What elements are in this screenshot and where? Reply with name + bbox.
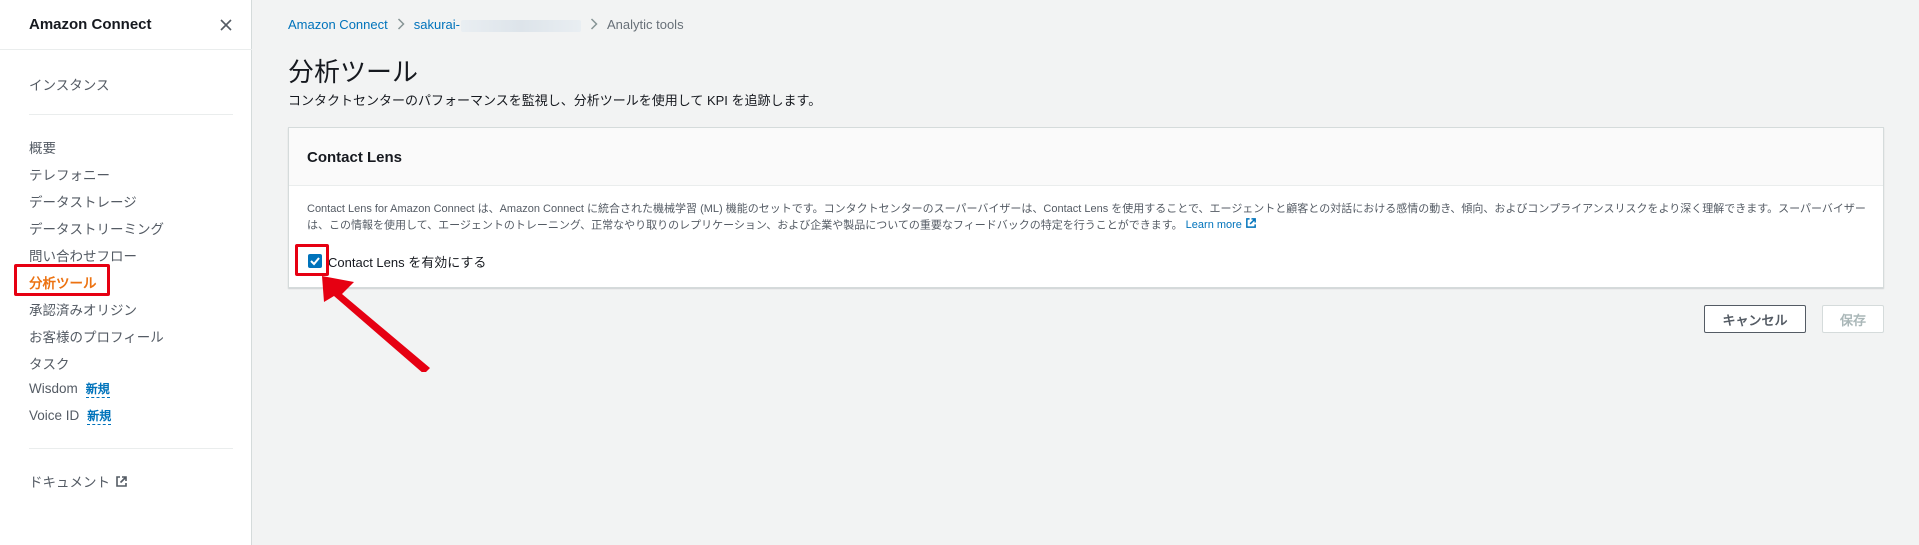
panel-title: Contact Lens bbox=[307, 149, 403, 166]
sidebar-item-approved-origins[interactable]: 承認済みオリジン bbox=[29, 299, 137, 319]
new-badge[interactable]: 新規 bbox=[85, 382, 110, 398]
cancel-button[interactable]: キャンセル bbox=[1704, 305, 1806, 333]
page-title: 分析ツール bbox=[288, 57, 419, 87]
external-link-icon bbox=[115, 475, 128, 491]
sidebar-item-contact-flows[interactable]: 問い合わせフロー bbox=[29, 245, 137, 265]
annotation-arrow-icon bbox=[322, 276, 430, 372]
sidebar-item-documentation[interactable]: ドキュメント bbox=[29, 471, 128, 491]
close-icon[interactable] bbox=[216, 15, 236, 35]
sidebar-divider bbox=[29, 114, 233, 115]
chevron-right-icon bbox=[590, 18, 598, 33]
panel-description-text: Contact Lens for Amazon Connect は、Amazon… bbox=[307, 203, 1866, 232]
sidebar-item-label: Voice ID bbox=[29, 408, 80, 423]
panel-header: Contact Lens bbox=[289, 128, 1883, 186]
sidebar-item-data-storage[interactable]: データストレージ bbox=[29, 191, 137, 211]
sidebar-item-data-streaming[interactable]: データストリーミング bbox=[29, 218, 164, 238]
chevron-right-icon bbox=[397, 18, 405, 33]
sidebar-header: Amazon Connect bbox=[0, 0, 252, 50]
sidebar-item-voice-id[interactable]: Voice ID 新規 bbox=[29, 407, 112, 425]
sidebar-divider bbox=[29, 448, 233, 449]
redacted-text bbox=[460, 19, 581, 32]
contact-lens-panel: Contact Lens Contact Lens for Amazon Con… bbox=[288, 127, 1884, 288]
sidebar-item-overview[interactable]: 概要 bbox=[29, 137, 56, 157]
breadcrumb-amazon-connect[interactable]: Amazon Connect bbox=[288, 17, 388, 32]
breadcrumb-instance[interactable]: sakurai- bbox=[414, 17, 460, 32]
learn-more-link[interactable]: Learn more bbox=[1185, 217, 1257, 234]
save-button[interactable]: 保存 bbox=[1822, 305, 1884, 333]
breadcrumb-current: Analytic tools bbox=[606, 17, 684, 32]
sidebar-item-wisdom[interactable]: Wisdom 新規 bbox=[29, 380, 110, 398]
sidebar-title: Amazon Connect bbox=[29, 16, 152, 33]
sidebar-item-tasks[interactable]: タスク bbox=[29, 353, 70, 373]
breadcrumb: Amazon Connect sakurai- Analytic tools bbox=[288, 17, 684, 33]
sidebar-item-label: ドキュメント bbox=[29, 475, 110, 490]
learn-more-label: Learn more bbox=[1185, 219, 1242, 232]
annotation-highlight-box bbox=[14, 264, 110, 296]
panel-description: Contact Lens for Amazon Connect は、Amazon… bbox=[307, 201, 1867, 234]
external-link-icon bbox=[1245, 217, 1257, 234]
sidebar-item-customer-profiles[interactable]: お客様のプロフィール bbox=[29, 326, 164, 346]
new-badge[interactable]: 新規 bbox=[87, 409, 112, 425]
sidebar-item-label: Wisdom bbox=[29, 381, 78, 396]
sidebar-item-instances[interactable]: インスタンス bbox=[29, 74, 109, 94]
sidebar-item-telephony[interactable]: テレフォニー bbox=[29, 164, 110, 184]
page-description: コンタクトセンターのパフォーマンスを監視し、分析ツールを使用して KPI を追跡… bbox=[288, 93, 822, 108]
